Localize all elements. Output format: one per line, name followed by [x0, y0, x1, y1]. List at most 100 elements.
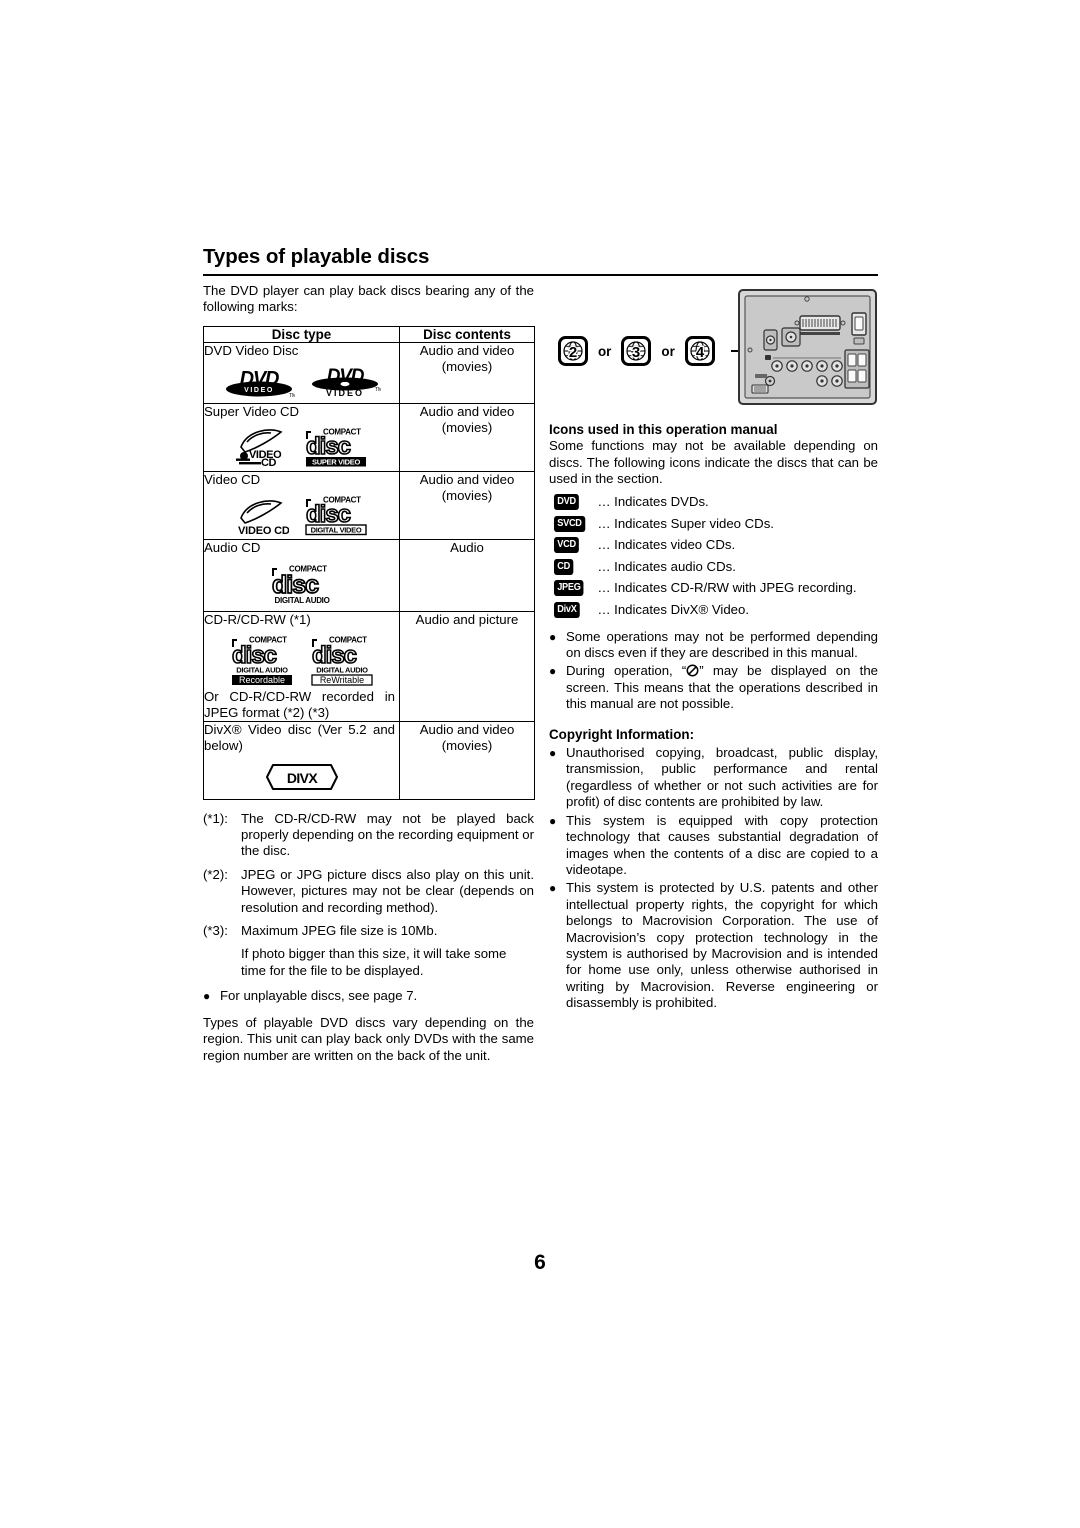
right-column: 2 or 3 or 4 Icons used in this operation… — [549, 283, 878, 1012]
cell-disc-type: DVD Video Disc DVD VIDEO TM DVD VIDEO TM — [203, 341, 400, 405]
table-row: Super Video CD VIDEO CD COMPACT disc SUP… — [203, 403, 535, 473]
disc-sub-label: DIGITAL VIDEO — [310, 526, 361, 535]
cell-disc-type: Video CD VIDEO CD COMPACT disc DIGITAL V… — [203, 471, 400, 541]
cell-disc-type: DivX® Video disc (Ver 5.2 and below) DIV… — [203, 721, 400, 800]
dvd-video-logo-b: DVD VIDEO TM — [309, 365, 381, 398]
disc-sub-label: DIGITAL AUDIO — [274, 596, 329, 605]
region-note-paragraph: Types of playable DVD discs vary dependi… — [203, 1014, 534, 1063]
rear-panel-illustration — [737, 288, 878, 408]
divx-logo: DIVX — [263, 761, 341, 793]
logo-group: VIDEO CD COMPACT disc DIGITAL VIDEO — [204, 494, 399, 536]
bullet-text: This system is equipped with copy protec… — [566, 812, 878, 877]
svg-text:4: 4 — [696, 344, 705, 361]
footnote-3: (*3): Maximum JPEG file size is 10Mb. — [203, 923, 534, 939]
footnote-tag: (*3): — [203, 923, 228, 939]
vcd-badge-icon: VCD — [554, 537, 592, 554]
disc-type-label-secondary: Or CD-R/CD-RW recorded in JPEG format (*… — [204, 688, 395, 721]
icons-section-intro: Some functions may not be available depe… — [549, 438, 878, 487]
region-separator: or — [598, 343, 612, 359]
legend-label: ... Indicates video CDs. — [598, 537, 736, 553]
region-icon-4: 4 — [684, 336, 715, 366]
dvd-badge-icon: DVD — [554, 494, 592, 511]
bullet-icon — [203, 988, 220, 1004]
table-row: DVD Video Disc DVD VIDEO TM DVD VIDEO TM… — [203, 341, 535, 405]
footnote-1: (*1): The CD-R/CD-RW may not be played b… — [203, 811, 534, 860]
svcd-badge-icon: SVCD — [554, 515, 592, 532]
svg-text:DIGITAL AUDIO: DIGITAL AUDIO — [316, 665, 368, 674]
region-icon-2: 2 — [558, 336, 588, 366]
copyright-list: Unauthorised copying, broadcast, public … — [549, 745, 878, 1012]
copyright-item-2: This system is equipped with copy protec… — [549, 813, 878, 879]
table-header-row: Disc type Disc contents — [203, 325, 535, 343]
svg-text:VIDEO CD: VIDEO CD — [238, 525, 289, 536]
bullet-icon — [549, 880, 566, 1011]
bullet-icon — [549, 813, 566, 879]
svg-text:TM: TM — [375, 387, 381, 393]
footnote-tag: (*2): — [203, 866, 228, 882]
disc-type-label: Super Video CD — [204, 404, 300, 420]
disc-sub-label: SUPER VIDEO — [312, 458, 360, 467]
table-row: Audio CD COMPACT disc DIGITAL AUDIO Audi — [203, 539, 535, 612]
jpeg-badge-icon: JPEG — [554, 580, 592, 597]
playable-discs-table: Disc type Disc contents DVD Video Disc D… — [203, 325, 535, 800]
svg-text:3: 3 — [632, 344, 640, 361]
disc-type-label: Audio CD — [204, 540, 261, 556]
svg-text:disc: disc — [306, 501, 351, 528]
region-code-icons: 2 or 3 or 4 — [558, 336, 715, 366]
unplayable-discs-bullet: For unplayable discs, see page 7. — [203, 988, 534, 1004]
svg-text:VIDEO: VIDEO — [244, 387, 274, 394]
copyright-title: Copyright Information: — [549, 726, 695, 742]
copyright-item-3: This system is protected by U.S. patents… — [549, 880, 878, 1011]
bullet-icon — [549, 745, 566, 811]
legend-row-jpeg: JPEG ... Indicates CD-R/RW with JPEG rec… — [549, 578, 878, 600]
logo-group: DVD VIDEO TM DVD VIDEO TM — [204, 365, 399, 398]
footnote-text: JPEG or JPG picture discs also play on t… — [241, 866, 534, 915]
column-header-disc-contents: Disc contents — [399, 325, 535, 343]
copyright-item-1: Unauthorised copying, broadcast, public … — [549, 745, 878, 811]
page-number: 6 — [534, 1251, 546, 1274]
cell-disc-contents: Audio and picture — [399, 610, 535, 723]
disc-type-label: CD-R/CD-RW (*1) — [204, 611, 311, 627]
footnote-tag: (*1): — [203, 810, 228, 826]
footnotes-list: (*1): The CD-R/CD-RW may not be played b… — [203, 811, 534, 980]
page-heading: Types of playable discs — [203, 245, 878, 276]
bullet-text: During operation, “” may be displayed on… — [566, 663, 878, 712]
svg-text:DIGITAL AUDIO: DIGITAL AUDIO — [236, 665, 288, 674]
svg-text:disc: disc — [306, 433, 351, 460]
recordable-tag: Recordable — [238, 675, 284, 685]
disc-type-label: DVD Video Disc — [204, 342, 299, 358]
bullet-text: This system is protected by U.S. patents… — [566, 880, 878, 1011]
bullet-text: Unauthorised copying, broadcast, public … — [566, 745, 878, 810]
legend-label: ... Indicates Super video CDs. — [598, 515, 774, 531]
table-row: Video CD VIDEO CD COMPACT disc DIGITAL V… — [203, 471, 535, 541]
page-title: Types of playable discs — [203, 245, 430, 268]
heading-divider — [203, 273, 878, 276]
legend-row-cd: CD ... Indicates audio CDs. — [549, 556, 878, 578]
table-row: CD-R/CD-RW (*1) COMPACT disc DIGITAL AUD… — [203, 610, 535, 723]
region-icon-3: 3 — [621, 336, 652, 366]
legend-row-dvd: DVD ... Indicates DVDs. — [549, 492, 878, 514]
column-header-disc-type: Disc type — [203, 325, 400, 343]
operation-notes-list: Some operations may not be performed dep… — [549, 629, 878, 713]
region-separator: or — [661, 343, 675, 359]
footnote-2: (*2): JPEG or JPG picture discs also pla… — [203, 867, 534, 916]
intro-paragraph: The DVD player can play back discs beari… — [203, 283, 534, 315]
legend-label: ... Indicates CD-R/RW with JPEG recordin… — [598, 580, 857, 596]
prohibition-icon — [686, 664, 699, 677]
compact-disc-super-video-logo: COMPACT disc SUPER VIDEO — [303, 426, 369, 468]
disc-type-label: Video CD — [204, 472, 261, 488]
compact-disc-digital-audio-logo: COMPACT disc DIGITAL AUDIO — [269, 563, 335, 605]
table-row: DivX® Video disc (Ver 5.2 and below) DIV… — [203, 721, 535, 800]
legend-label: ... Indicates DVDs. — [598, 494, 709, 510]
svg-text:VIDEO: VIDEO — [325, 388, 363, 398]
footnote-text: Maximum JPEG file size is 10Mb. — [241, 923, 438, 939]
legend-row-divx: DivX ... Indicates DivX® Video. — [549, 599, 878, 621]
bullet-text: Some operations may not be performed dep… — [566, 628, 878, 661]
legend-row-svcd: SVCD ... Indicates Super video CDs. — [549, 513, 878, 535]
icons-section-title: Icons used in this operation manual — [549, 422, 778, 437]
icon-legend-list: DVD ... Indicates DVDs. SVCD ... Indicat… — [549, 492, 878, 621]
cell-disc-contents: Audio and video (movies) — [399, 471, 535, 541]
cell-disc-contents: Audio and video (movies) — [399, 403, 535, 473]
svg-text:CD: CD — [261, 457, 277, 468]
compact-disc-digital-video-logo: COMPACT disc DIGITAL VIDEO — [303, 494, 369, 536]
